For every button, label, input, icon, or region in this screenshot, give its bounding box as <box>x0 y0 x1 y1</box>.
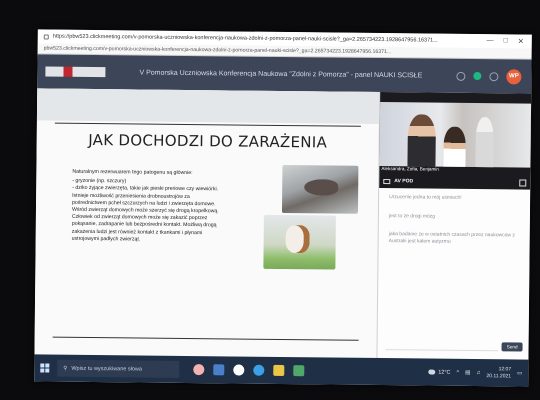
clock[interactable]: 12:07 20.11.2021 <box>486 366 511 380</box>
rodent-photo <box>281 164 359 214</box>
video-image <box>379 102 532 168</box>
slide-bottom-rule <box>52 336 359 341</box>
network-icon[interactable]: ▤ <box>465 369 470 375</box>
address-url[interactable]: pbw523.clickmeeting.com/v-pomorska-uczni… <box>44 45 392 55</box>
chat-message: Urzucenie jedna to mój uśmiech! <box>389 194 520 202</box>
app-header: V Pomorska Uczniowska Konferencja Naukow… <box>37 54 532 94</box>
video-feed: Aleksandra, Zofia, Benjamin AV POD <box>379 92 532 190</box>
chat-message-text: jaka badanie ze w ostatnich czasach prze… <box>388 231 515 245</box>
start-icon[interactable] <box>40 363 50 373</box>
search-icon: ⚲ <box>63 365 68 372</box>
exit-icon[interactable] <box>489 71 499 81</box>
window-controls: — □ ✕ <box>487 37 532 45</box>
participant-figure <box>475 117 494 168</box>
cloud-icon <box>428 369 436 375</box>
maximize-button[interactable]: □ <box>504 37 508 45</box>
dog-photo <box>263 214 336 270</box>
chat-panel: Urzucenie jedna to mój uśmiech! jest to … <box>377 188 530 360</box>
chat-message: jaka badanie ze w ostatnich czasach prze… <box>389 231 520 245</box>
slide-line: Naturalnym rezerwuarem tego patogenu są … <box>72 168 193 177</box>
slide-body: Naturalnym rezerwuarem tego patogenu są … <box>72 169 253 245</box>
video-source-label: AV POD <box>394 178 414 185</box>
volume-icon[interactable]: ♫ <box>476 370 480 376</box>
globe-icon[interactable] <box>456 71 466 81</box>
expand-icon[interactable] <box>519 178 527 187</box>
lock-icon <box>43 33 49 40</box>
close-button[interactable]: ✕ <box>518 37 524 45</box>
participant-figure <box>407 114 436 167</box>
event-logo <box>45 66 106 78</box>
chat-message-text: jest to ze drogi mózg <box>388 212 436 220</box>
side-panel: Aleksandra, Zofia, Benjamin AV POD Urzuc… <box>376 92 532 360</box>
flower-icon[interactable] <box>193 364 205 376</box>
user-avatar[interactable]: WP <box>506 68 522 84</box>
minimize-button[interactable]: — <box>487 37 494 45</box>
clock-date: 20.11.2021 <box>486 372 512 379</box>
slide-top-band <box>36 88 380 124</box>
participant-names: Aleksandra, Zofia, Benjamin <box>381 166 439 172</box>
event-title: V Pomorska Uczniowska Konferencja Naukow… <box>139 68 423 79</box>
header-icons: WP <box>456 68 531 84</box>
system-tray: 12°C ^ ▤ ♫ 12:07 20.11.2021 ▭ <box>428 365 528 380</box>
presentation-slide: JAK DOCHODZI DO ZARAŻENIA Naturalnym rez… <box>34 88 380 358</box>
search-placeholder: Wpisz tu wyszukiwane słowa <box>71 365 142 373</box>
taskbar-apps <box>193 364 305 377</box>
store-icon[interactable] <box>293 365 305 377</box>
status-icon[interactable] <box>473 71 482 81</box>
temperature: 12°C <box>438 369 451 376</box>
task-view-icon[interactable] <box>213 364 225 376</box>
chevron-up-icon[interactable]: ^ <box>456 369 459 375</box>
send-button[interactable]: Send <box>501 342 523 352</box>
edge-icon[interactable] <box>253 364 265 376</box>
camera-icon[interactable] <box>383 178 391 184</box>
chat-message-text: Urzucenie jedna to mój uśmiech! <box>389 194 462 201</box>
weather-widget[interactable]: 12°C <box>428 369 451 376</box>
chrome-icon[interactable] <box>233 364 245 376</box>
folder-icon[interactable] <box>273 364 285 377</box>
windows-taskbar: ⚲ Wpisz tu wyszukiwane słowa 12°C ^ ▤ ♫ … <box>34 354 529 387</box>
chat-message: jest to ze drogi mózg <box>389 213 520 221</box>
taskbar-search[interactable]: ⚲ Wpisz tu wyszukiwane słowa <box>57 359 180 378</box>
title-url: https://pbw523.clickmeeting.com/v-pomors… <box>52 33 438 44</box>
notifications-icon[interactable]: ▭ <box>517 370 522 376</box>
monitor-screen: https://pbw523.clickmeeting.com/v-pomors… <box>34 29 532 387</box>
chat-input[interactable] <box>385 342 499 352</box>
participant-figure <box>443 126 466 167</box>
slide-line: ustrojowymi padłych zwierząt. <box>71 235 141 243</box>
slide-title: JAK DOCHODZI DO ZARAŻENIA <box>88 130 328 152</box>
